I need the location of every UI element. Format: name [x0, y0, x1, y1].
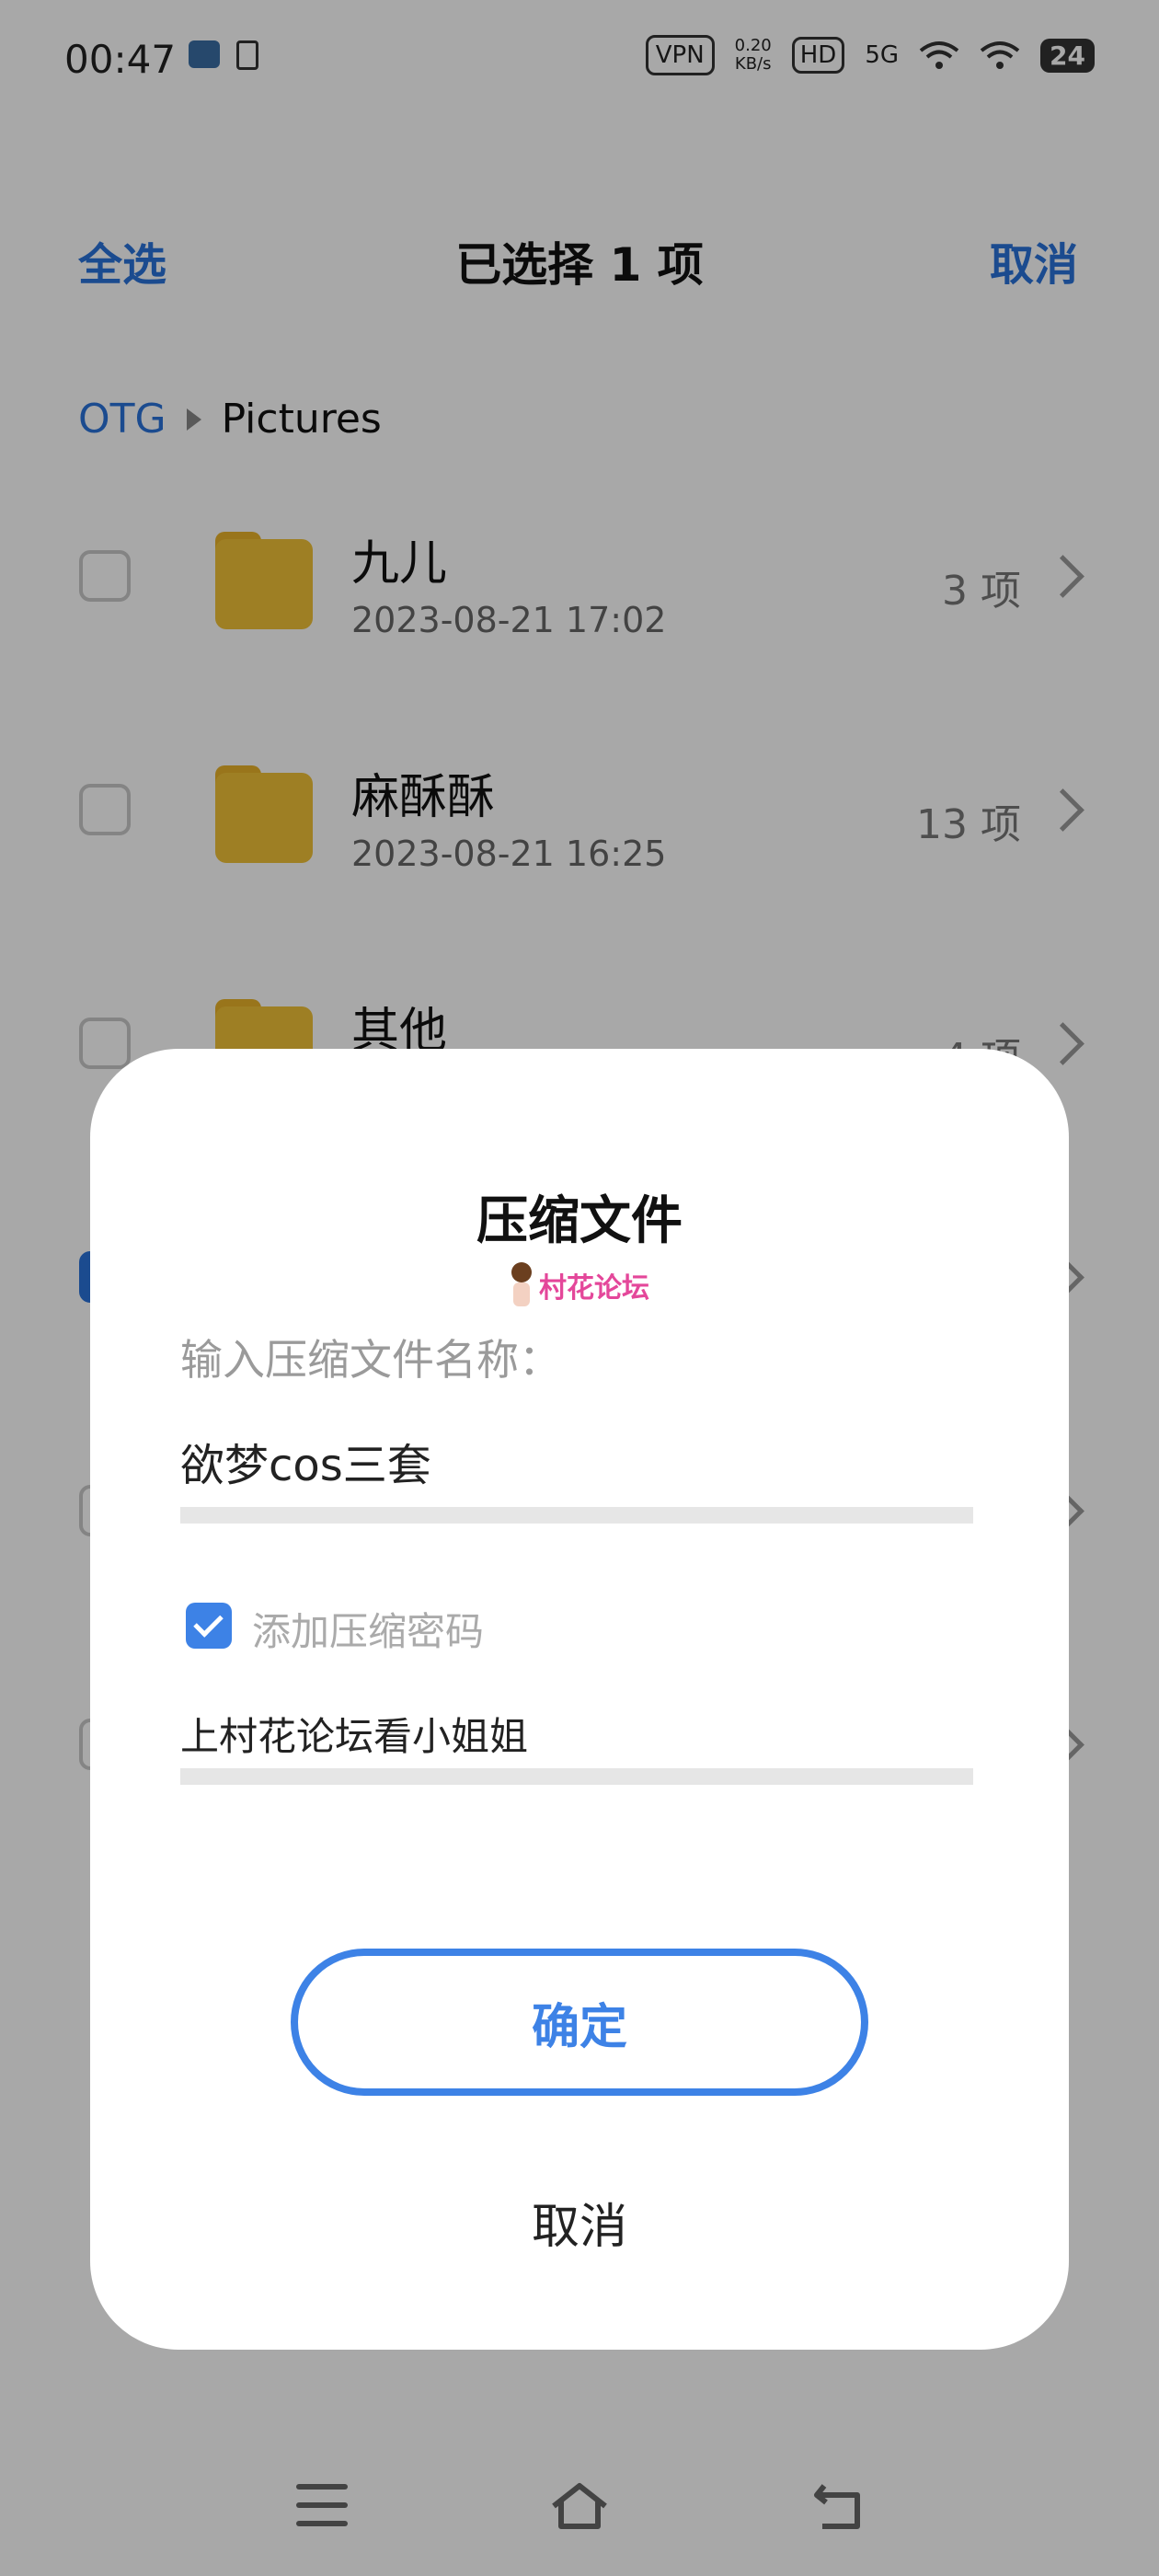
file-name-underline — [180, 1507, 973, 1524]
watermark-text: 村花论坛 — [539, 1272, 649, 1305]
file-name-label: 输入压缩文件名称： — [180, 1335, 561, 1385]
file-manager-screen: 00:47 VPN 0.20 KB/s HD 5G 24 全选 已选择 1 项 … — [0, 0, 1159, 2576]
confirm-button[interactable]: 确定 — [291, 1949, 868, 2096]
password-input[interactable] — [180, 1709, 973, 1757]
file-name-input[interactable] — [180, 1435, 973, 1487]
add-password-checkbox[interactable] — [186, 1603, 232, 1649]
watermark-figure-icon — [510, 1262, 534, 1308]
password-underline — [180, 1768, 973, 1785]
add-password-label[interactable]: 添加压缩密码 — [252, 1601, 484, 1657]
dialog-title: 压缩文件 — [476, 1191, 683, 1251]
cancel-button[interactable]: 取消 — [90, 2188, 1069, 2257]
compress-file-dialog: 压缩文件 村花论坛 输入压缩文件名称： 添加压缩密码 确定 取消 — [90, 1049, 1069, 2350]
watermark: 村花论坛 — [510, 1262, 649, 1308]
